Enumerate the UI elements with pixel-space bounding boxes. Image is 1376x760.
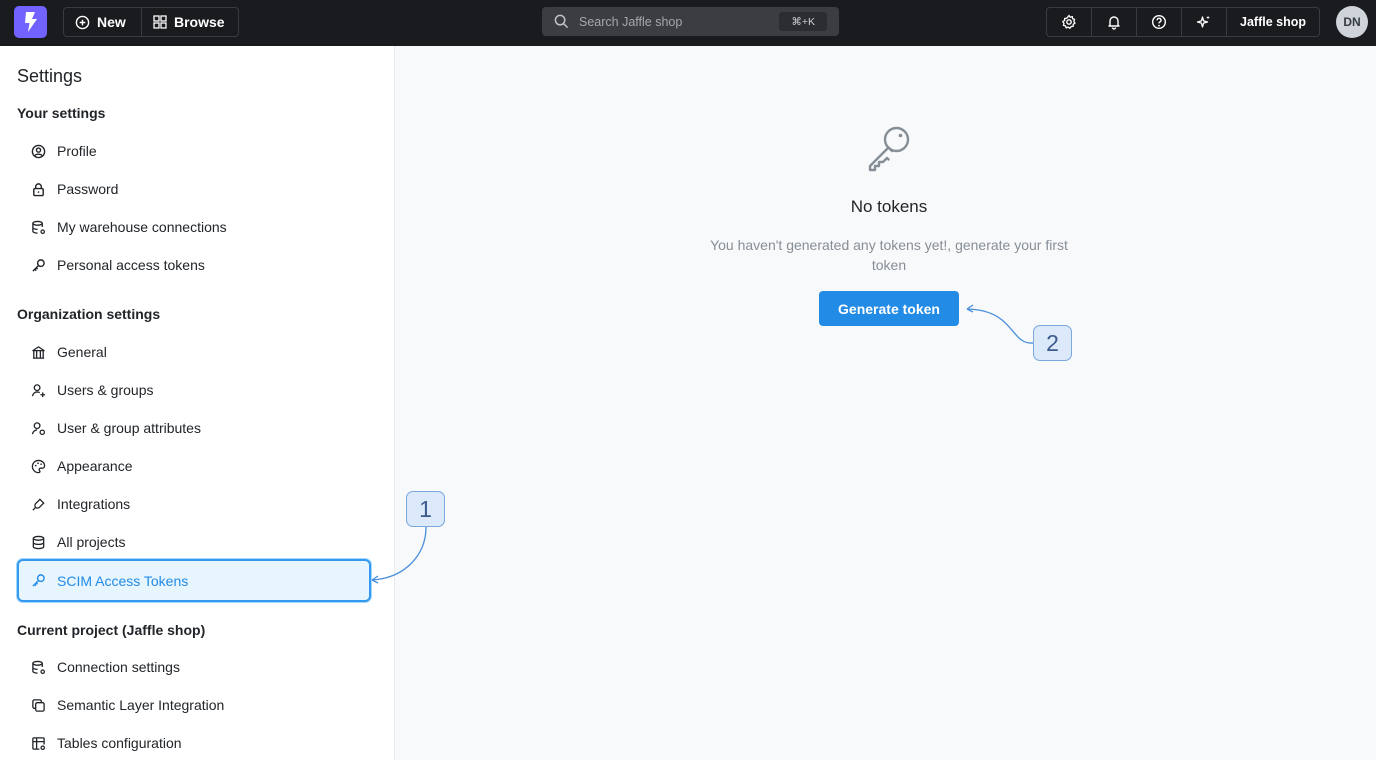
user-circle-icon [30,143,46,159]
database-cog-icon [30,219,46,235]
sidebar-item-label: Semantic Layer Integration [57,697,225,713]
search-input[interactable] [579,14,764,29]
settings-sidebar: Settings Your settings Profile Password … [0,46,395,760]
circle-plus-icon [75,15,90,29]
search-icon [554,14,569,29]
user-avatar[interactable]: DN [1336,6,1368,38]
callout-badge-2: 2 [1033,325,1072,361]
top-navbar: New Browse ⌘+K Jaffle shop DN [0,0,1376,46]
ai-assistant-button[interactable] [1182,8,1227,36]
help-button[interactable] [1137,8,1182,36]
database-cog-icon [30,659,46,675]
new-browse-group: New Browse [63,7,239,37]
lightdash-logo[interactable] [14,6,47,38]
browse-button[interactable]: Browse [142,8,236,36]
empty-state-title: No tokens [850,197,928,216]
your-settings-heading: Your settings [17,105,106,121]
key-icon [862,120,916,174]
new-button-label: New [97,14,126,30]
organization-settings-heading: Organization settings [17,306,161,322]
sidebar-item-user-group-attributes[interactable]: User & group attributes [17,409,371,447]
generate-token-button[interactable]: Generate token [819,291,959,326]
sidebar-item-personal-access-tokens[interactable]: Personal access tokens [17,246,371,284]
notifications-button[interactable] [1092,8,1137,36]
sidebar-item-label: SCIM Access Tokens [57,572,189,589]
settings-button[interactable] [1047,8,1092,36]
sidebar-item-label: Personal access tokens [57,257,205,273]
plug-icon [30,496,46,512]
sidebar-item-label: My warehouse connections [57,219,227,235]
user-plus-icon [30,382,46,398]
user-attributes-icon [30,420,46,436]
building-bank-icon [30,344,46,360]
key-icon [30,573,46,589]
sidebar-item-tables-configuration[interactable]: Tables configuration [17,724,371,760]
sidebar-item-label: General [57,344,107,360]
project-switcher-label: Jaffle shop [1240,15,1306,29]
sidebar-item-scim-access-tokens[interactable]: SCIM Access Tokens [17,559,371,602]
sidebar-item-warehouse-connections[interactable]: My warehouse connections [17,208,371,246]
search-shortcut: ⌘+K [779,12,827,31]
sidebar-item-appearance[interactable]: Appearance [17,447,371,485]
gear-icon [1062,14,1076,29]
sidebar-item-integrations[interactable]: Integrations [17,485,371,523]
key-icon [30,257,46,273]
header-actions: Jaffle shop [1046,7,1320,37]
new-button[interactable]: New [64,8,142,36]
project-switcher[interactable]: Jaffle shop [1227,8,1319,36]
lock-icon [30,181,46,197]
sidebar-item-general[interactable]: General [17,333,371,371]
current-project-heading: Current project (Jaffle shop) [17,622,206,638]
sidebar-item-all-projects[interactable]: All projects [17,523,371,561]
database-icon [30,534,46,550]
settings-title: Settings [17,66,83,86]
sidebar-item-label: All projects [57,534,126,550]
sidebar-item-label: Connection settings [57,659,180,675]
help-circle-icon [1151,14,1167,30]
sidebar-item-semantic-layer-integration[interactable]: Semantic Layer Integration [17,686,371,724]
sidebar-item-label: Password [57,181,119,197]
palette-icon [30,458,46,474]
layout-grid-icon [153,15,167,29]
sidebar-item-label: User & group attributes [57,420,201,436]
sidebar-item-connection-settings[interactable]: Connection settings [17,648,371,686]
table-options-icon [30,735,46,751]
sidebar-item-users-groups[interactable]: Users & groups [17,371,371,409]
sidebar-item-label: Users & groups [57,382,154,398]
callout-badge-1: 1 [406,491,445,527]
browse-button-label: Browse [174,14,225,30]
main-content: No tokens You haven't generated any toke… [396,46,1376,760]
sidebar-item-label: Profile [57,143,97,159]
sparkles-icon [1196,15,1210,28]
layers-icon [30,697,46,713]
sidebar-item-password[interactable]: Password [17,170,371,208]
sidebar-item-profile[interactable]: Profile [17,132,371,170]
bolt-logo-icon [24,12,37,32]
bell-icon [1108,16,1120,30]
sidebar-item-label: Integrations [57,496,131,512]
search-bar[interactable]: ⌘+K [542,7,839,36]
sidebar-item-label: Appearance [57,458,133,474]
empty-state-description: You haven't generated any tokens yet!, g… [710,237,1068,273]
sidebar-item-label: Tables configuration [57,735,182,751]
